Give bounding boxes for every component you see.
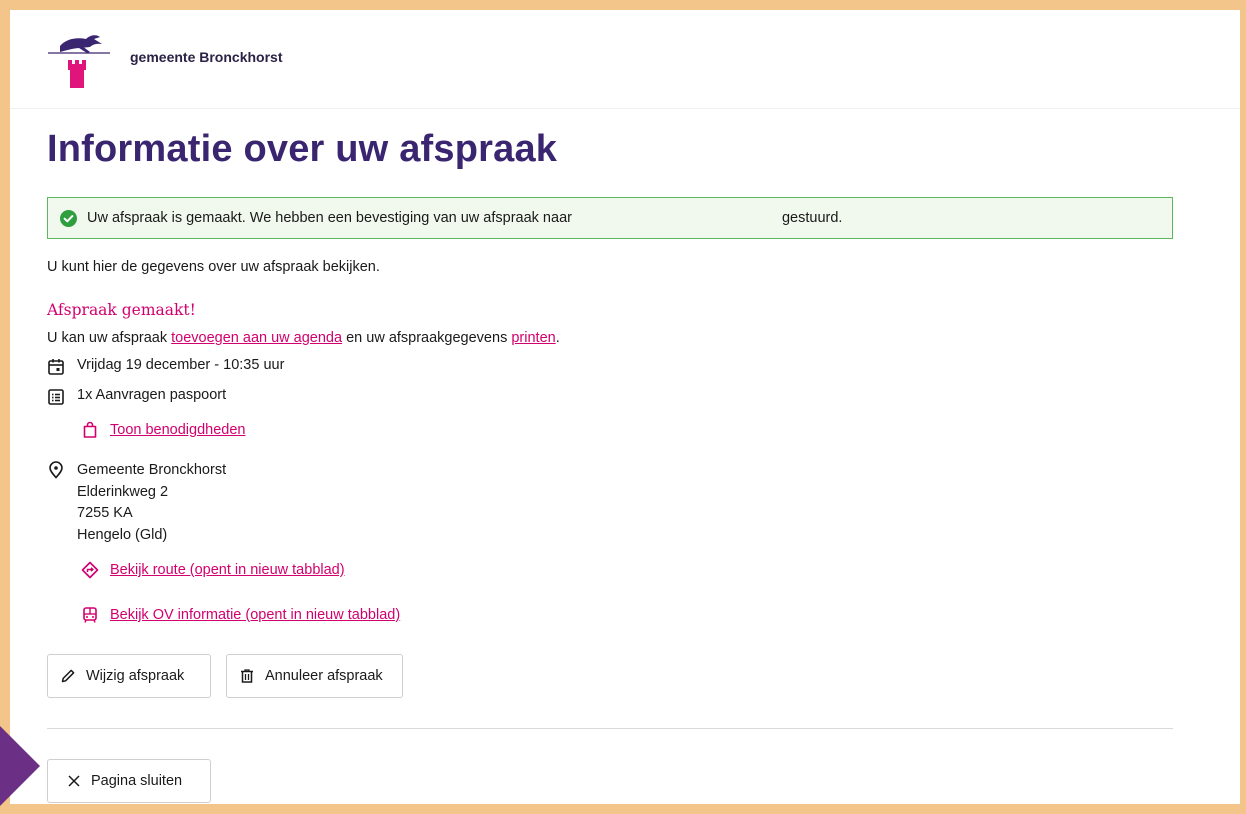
directions-icon [81, 561, 101, 579]
location-name: Gemeente Bronckhorst [77, 462, 227, 478]
location-street: Elderinkweg 2 [77, 483, 169, 500]
edit-appointment-label: Wijzig afspraak [86, 668, 185, 684]
requirements-row: Toon benodigdheden [81, 421, 245, 439]
agenda-line-end: . [555, 330, 560, 346]
site-header: gemeente Bronckhorst [10, 10, 1240, 109]
list-icon [47, 387, 67, 406]
add-to-calendar-link[interactable]: toevoegen aan uw agenda [171, 330, 342, 346]
bus-icon [81, 606, 101, 624]
appointment-product: 1x Aanvragen paspoort [77, 387, 227, 403]
brand-name: gemeente Bronckhorst [130, 49, 283, 65]
corner-decoration [0, 718, 40, 814]
agenda-line: U kan uw afspraak toevoegen aan uw agend… [47, 330, 560, 346]
divider [47, 728, 1173, 729]
appointment-product-row: 1x Aanvragen paspoort [47, 387, 226, 406]
calendar-icon [47, 357, 67, 376]
close-page-button[interactable]: Pagina sluiten [47, 759, 211, 803]
agenda-line-text-middle: en uw afspraakgegevens [346, 330, 508, 346]
print-link[interactable]: printen [511, 330, 555, 346]
location-pin-icon [47, 460, 67, 479]
route-row: Bekijk route (opent in nieuw tabblad) [81, 561, 345, 579]
ov-row: Bekijk OV informatie (opent in nieuw tab… [81, 606, 400, 624]
check-circle-icon [60, 209, 77, 227]
location-city: Hengelo (Gld) [77, 526, 168, 543]
location-row: Gemeente Bronckhorst Elderinkweg 2 7255 … [47, 460, 226, 546]
intro-text: U kunt hier de gegevens over uw afspraak… [47, 259, 380, 275]
cancel-appointment-label: Annuleer afspraak [265, 668, 383, 684]
agenda-line-text: U kan uw afspraak [47, 330, 168, 346]
trash-icon [239, 668, 255, 684]
view-route-link[interactable]: Bekijk route (opent in nieuw tabblad) [110, 562, 345, 578]
cancel-appointment-button[interactable]: Annuleer afspraak [226, 654, 403, 698]
confirmation-title: Afspraak gemaakt! [47, 301, 196, 319]
alert-text: Uw afspraak is gemaakt. We hebben een be… [87, 210, 572, 226]
edit-appointment-button[interactable]: Wijzig afspraak [47, 654, 211, 698]
page: gemeente Bronckhorst Informatie over uw … [10, 10, 1240, 804]
close-icon [67, 774, 81, 788]
hare-castle-logo-icon[interactable] [46, 26, 112, 97]
show-requirements-link[interactable]: Toon benodigdheden [110, 422, 245, 438]
pencil-icon [60, 668, 76, 684]
close-page-label: Pagina sluiten [91, 773, 183, 789]
shopping-bag-icon [81, 421, 101, 439]
appointment-datetime-row: Vrijdag 19 december - 10:35 uur [47, 357, 284, 376]
alert-text-end: gestuurd. [781, 210, 843, 226]
appointment-datetime: Vrijdag 19 december - 10:35 uur [77, 357, 285, 373]
view-ov-info-link[interactable]: Bekijk OV informatie (opent in nieuw tab… [110, 607, 400, 623]
page-title: Informatie over uw afspraak [47, 128, 558, 170]
success-alert: Uw afspraak is gemaakt. We hebben een be… [47, 197, 1173, 239]
location-postcode: 7255 KA [77, 505, 133, 521]
address-block: Gemeente Bronckhorst Elderinkweg 2 7255 … [77, 460, 226, 546]
